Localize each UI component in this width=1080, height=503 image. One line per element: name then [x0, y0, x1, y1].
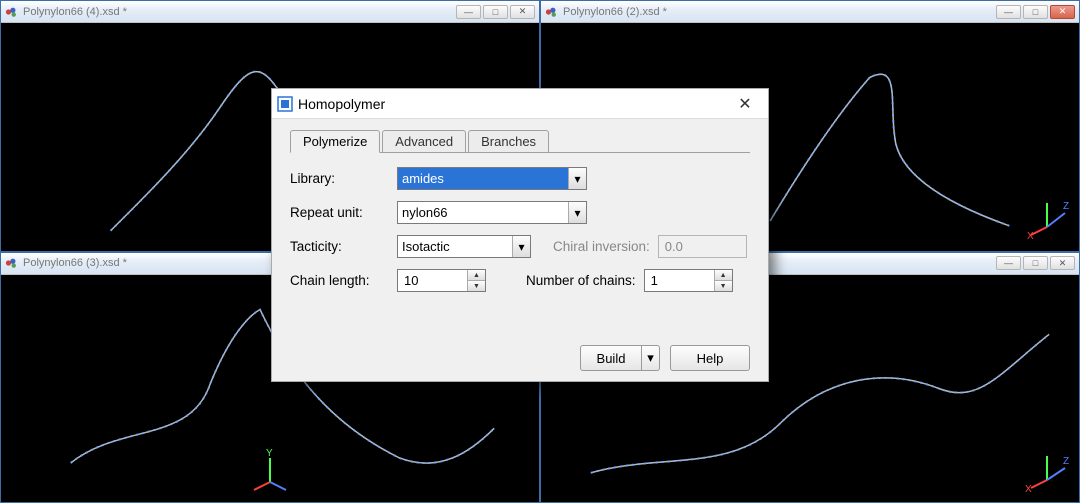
svg-text:Z: Z	[1063, 201, 1069, 212]
label-library: Library:	[290, 171, 397, 186]
chevron-down-icon[interactable]: ▾	[568, 168, 586, 189]
build-dropdown-button[interactable]: ▾	[642, 345, 660, 371]
maximize-button[interactable]: □	[1023, 256, 1048, 270]
chevron-down-icon[interactable]: ▾	[568, 202, 586, 223]
help-button[interactable]: Help	[670, 345, 750, 371]
chevron-down-icon[interactable]: ▾	[512, 236, 530, 257]
close-button[interactable]: ✕	[1050, 256, 1075, 270]
maximize-button[interactable]: □	[1023, 5, 1048, 19]
repeat-unit-dropdown[interactable]: nylon66 ▾	[397, 201, 587, 224]
svg-text:Z: Z	[1063, 456, 1069, 467]
label-num-chains: Number of chains:	[526, 273, 636, 288]
num-chains-spinner[interactable]: 1 ▲ ▼	[644, 269, 733, 292]
chain-length-value[interactable]: 10	[398, 270, 467, 291]
label-chiral-inversion: Chiral inversion:	[553, 239, 650, 254]
build-split-button: Build ▾	[580, 345, 660, 371]
svg-text:X: X	[1027, 231, 1034, 242]
repeat-unit-value: nylon66	[398, 202, 568, 223]
library-value: amides	[398, 168, 568, 189]
tab-advanced[interactable]: Advanced	[382, 130, 466, 152]
homopolymer-icon	[276, 95, 294, 113]
svg-text:Y: Y	[266, 448, 273, 459]
spin-down-icon[interactable]: ▼	[715, 280, 732, 291]
minimize-button[interactable]: —	[456, 5, 481, 19]
label-chain-length: Chain length:	[290, 273, 397, 288]
viewport-title: Polynylon66 (4).xsd *	[23, 6, 454, 18]
dialog-close-button[interactable]: ✕	[728, 93, 762, 115]
tacticity-dropdown[interactable]: Isotactic ▾	[397, 235, 531, 258]
library-dropdown[interactable]: amides ▾	[397, 167, 587, 190]
viewport-title: Polynylon66 (2).xsd *	[563, 6, 994, 18]
close-button[interactable]: ✕	[1050, 5, 1075, 19]
label-repeat-unit: Repeat unit:	[290, 205, 397, 220]
minimize-button[interactable]: —	[996, 5, 1021, 19]
svg-text:X: X	[1025, 484, 1032, 495]
document-icon	[545, 5, 559, 19]
tab-polymerize[interactable]: Polymerize	[290, 130, 380, 153]
tab-strip: Polymerize Advanced Branches	[290, 129, 750, 153]
spin-up-icon[interactable]: ▲	[715, 270, 732, 280]
chiral-inversion-field: 0.0	[658, 235, 747, 258]
num-chains-value[interactable]: 1	[645, 270, 714, 291]
minimize-button[interactable]: —	[996, 256, 1021, 270]
close-button[interactable]: ✕	[510, 5, 535, 19]
spin-up-icon[interactable]: ▲	[468, 270, 485, 280]
tab-branches[interactable]: Branches	[468, 130, 549, 152]
tacticity-value: Isotactic	[398, 236, 512, 257]
dialog-title: Homopolymer	[298, 96, 728, 112]
chain-length-spinner[interactable]: 10 ▲ ▼	[397, 269, 486, 292]
document-icon	[5, 256, 19, 270]
axis-triad: X Z	[1025, 199, 1069, 243]
homopolymer-dialog: Homopolymer ✕ Polymerize Advanced Branch…	[271, 88, 769, 382]
build-button[interactable]: Build	[580, 345, 642, 371]
maximize-button[interactable]: □	[483, 5, 508, 19]
document-icon	[5, 5, 19, 19]
chevron-down-icon: ▾	[647, 350, 654, 366]
tab-page-polymerize: Library: amides ▾ Repeat unit: nylon66 ▾	[290, 153, 750, 337]
axis-triad: Y	[248, 450, 292, 494]
label-tacticity: Tacticity:	[290, 239, 397, 254]
viewport-titlebar[interactable]: Polynylon66 (2).xsd * — □ ✕	[541, 1, 1079, 23]
axis-triad: X Z	[1025, 450, 1069, 494]
viewport-titlebar[interactable]: Polynylon66 (4).xsd * — □ ✕	[1, 1, 539, 23]
dialog-titlebar[interactable]: Homopolymer ✕	[272, 89, 768, 119]
close-icon: ✕	[738, 94, 751, 114]
spin-down-icon[interactable]: ▼	[468, 280, 485, 291]
